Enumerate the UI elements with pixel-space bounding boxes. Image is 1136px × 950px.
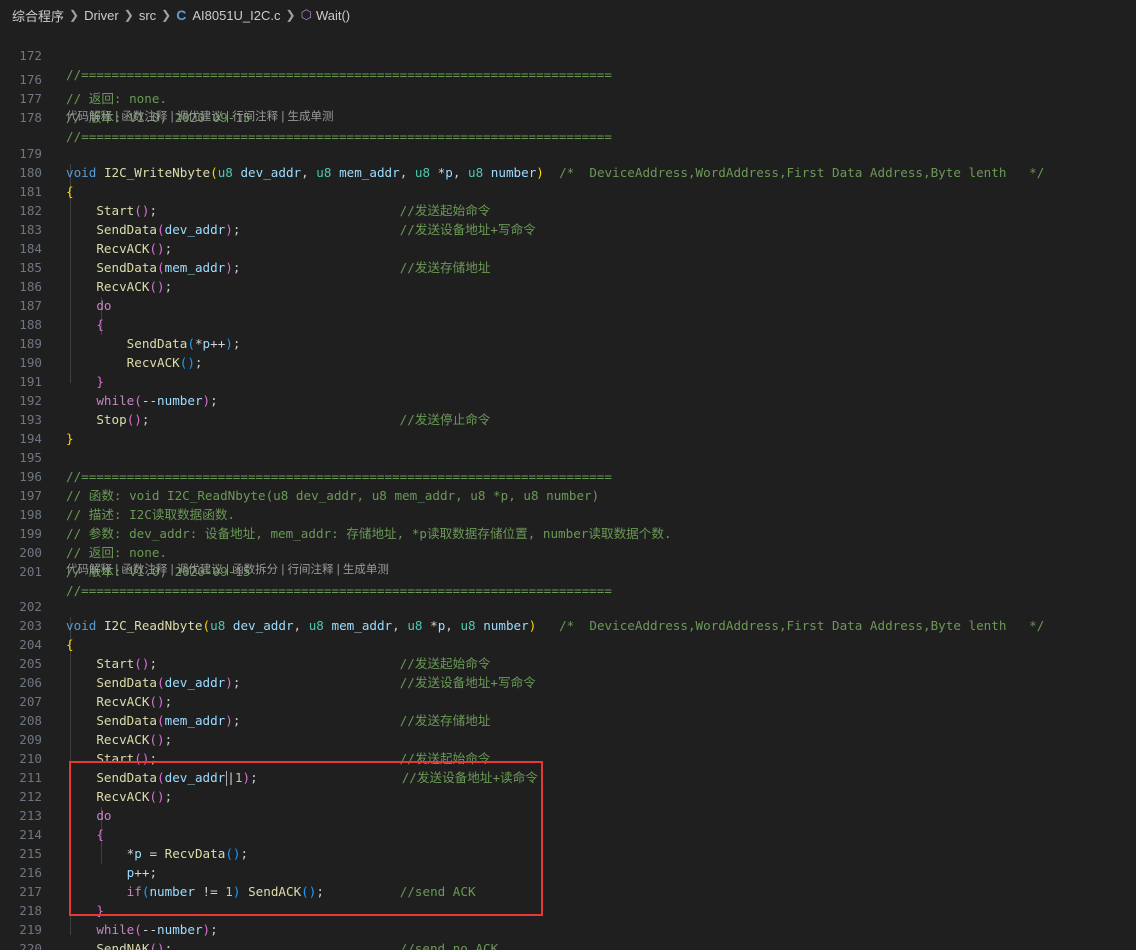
code-line: 184 SendData(mem_addr); //发送存储地址	[0, 220, 1136, 275]
code-line: 181 Start(); //发送起始命令	[0, 163, 1136, 218]
c-file-icon: C	[176, 7, 187, 23]
breadcrumb-item-symbol[interactable]: Wait()	[316, 8, 350, 23]
code-line: 194	[0, 410, 1136, 446]
code-line: 187 {	[0, 277, 1136, 332]
code-line: 210 SendData(dev_addr |1); //发送设备地址+读命令	[0, 730, 1136, 786]
code-editor[interactable]: 172 //==================================…	[0, 30, 1136, 950]
method-cube-icon: ⬡	[300, 7, 312, 22]
chevron-right-icon: ❯	[69, 8, 80, 22]
code-line: 176 // 返回: none.	[0, 51, 1136, 106]
code-line: 177 // 版本: V1.0, 2020-09-15	[0, 70, 1136, 125]
code-line: 179 void I2C_WriteNbyte(u8 dev_addr, u8 …	[0, 125, 1136, 180]
code-line: 206 RecvACK();	[0, 654, 1136, 709]
breadcrumb-item-driver[interactable]: Driver	[84, 8, 119, 23]
code-line: 178 //==================================…	[0, 89, 1136, 144]
breadcrumb-item-src[interactable]: src	[139, 8, 156, 23]
breadcrumb: 综合程序 ❯ Driver ❯ src ❯ C AI8051U_I2C.c ❯ …	[0, 0, 1136, 30]
code-lens-actions[interactable]: 代码解释 | 函数注释 | 调优建议 | 函数拆分 | 行间注释 | 生成单测	[66, 562, 389, 578]
code-line: 208 RecvACK();	[0, 692, 1136, 747]
code-line: 185 RecvACK();	[0, 239, 1136, 294]
breadcrumb-item-file[interactable]: AI8051U_I2C.c	[192, 8, 280, 23]
code-line: 172 //==================================…	[0, 30, 1136, 82]
code-line: 190 }	[0, 334, 1136, 389]
code-line: 205 SendData(dev_addr); //发送设备地址+写命令	[0, 635, 1136, 690]
code-line: 183 RecvACK();	[0, 201, 1136, 256]
code-line: 200 // 版本: V1.0, 2020-09-15	[0, 524, 1136, 579]
code-line: 195 //==================================…	[0, 429, 1136, 484]
code-line: 203 {	[0, 597, 1136, 652]
code-line: 180 {	[0, 144, 1136, 199]
code-line: 221 }	[0, 939, 1136, 950]
breadcrumb-item-folder[interactable]: 综合程序	[12, 6, 64, 25]
code-line: 199 // 返回: none.	[0, 505, 1136, 560]
code-line: 188 SendData(*p++);	[0, 296, 1136, 351]
chevron-right-icon: ❯	[123, 8, 134, 22]
red-annotation-box	[69, 761, 543, 916]
code-line: 191 while(--number);	[0, 353, 1136, 408]
code-line: 220 Stop(); //发送停止命令	[0, 920, 1136, 950]
code-lens-actions[interactable]: 代码解释 | 函数注释 | 调优建议 | 行间注释 | 生成单测	[66, 109, 334, 125]
code-line: 197 // 描述: I2C读取数据函数.	[0, 467, 1136, 522]
code-line: 202 void I2C_ReadNbyte(u8 dev_addr, u8 m…	[0, 578, 1136, 633]
code-line: 182 SendData(dev_addr); //发送设备地址+写命令	[0, 182, 1136, 237]
chevron-right-icon: ❯	[285, 8, 296, 22]
code-line: 207 SendData(mem_addr); //发送存储地址	[0, 673, 1136, 728]
code-line: 204 Start(); //发送起始命令	[0, 616, 1136, 671]
code-line: 198 // 参数: dev_addr: 设备地址, mem_addr: 存储地…	[0, 486, 1136, 541]
code-line: 201 //==================================…	[0, 543, 1136, 598]
code-line: 186 do	[0, 258, 1136, 313]
code-line: 189 RecvACK();	[0, 315, 1136, 370]
chevron-right-icon: ❯	[161, 8, 172, 22]
code-line: 192 Stop(); //发送停止命令	[0, 372, 1136, 427]
code-line: 193 }	[0, 391, 1136, 446]
code-line: 209 Start(); //发送起始命令	[0, 711, 1136, 766]
code-line: 196 // 函数: void I2C_ReadNbyte(u8 dev_add…	[0, 448, 1136, 503]
